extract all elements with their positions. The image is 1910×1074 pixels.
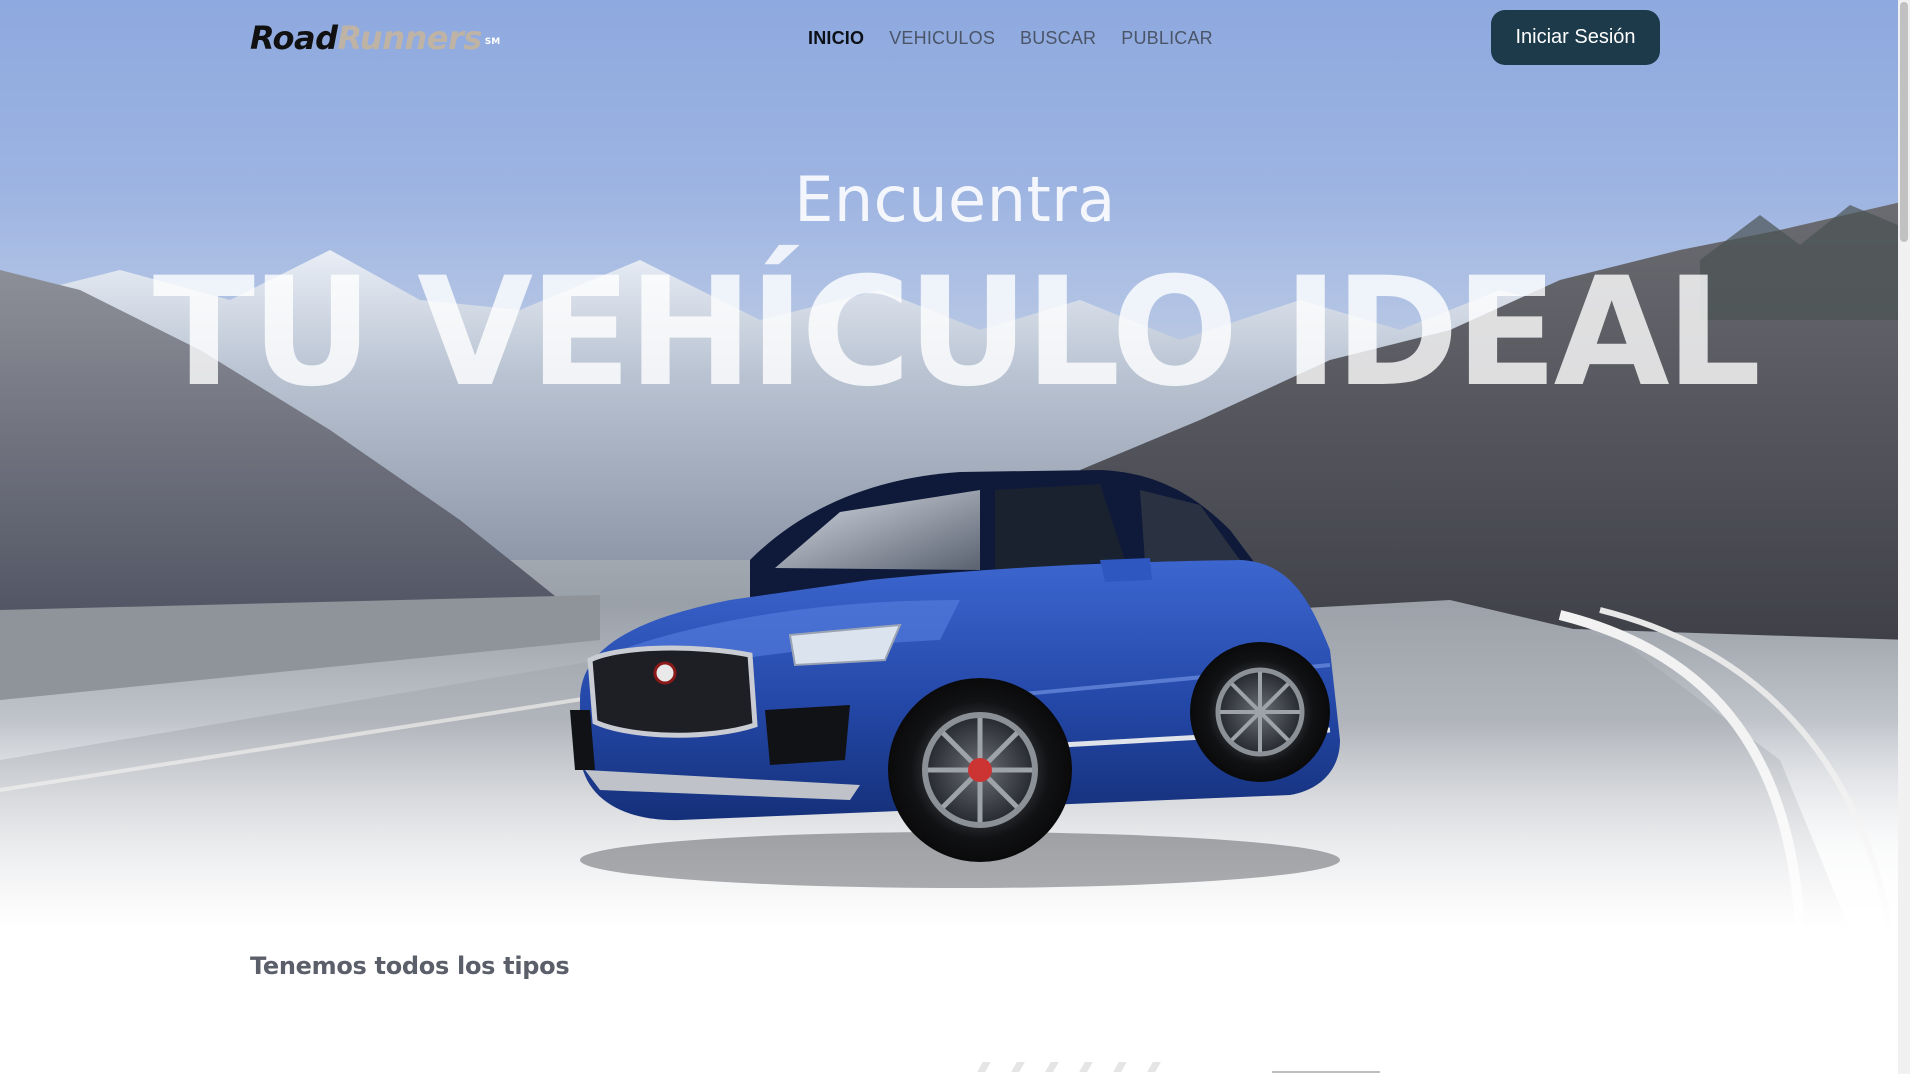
partial-shape [1113, 1062, 1127, 1072]
partial-shape [1079, 1062, 1093, 1072]
roadrunners-logo[interactable]: Road Runners SM [250, 18, 500, 58]
partial-shape [977, 1062, 991, 1072]
section-title: Tenemos todos los tipos [250, 952, 570, 980]
login-button[interactable]: Iniciar Sesión [1491, 10, 1660, 65]
hero-kicker: Encuentra [794, 163, 1116, 236]
hero-headline: TU VEHÍCULO IDEAL [152, 246, 1762, 420]
nav-link-inicio[interactable]: INICIO [808, 26, 864, 50]
top-navbar: Road Runners SM INICIO VEHICULOS BUSCAR PU… [0, 0, 1910, 76]
partial-shape [1045, 1062, 1059, 1072]
nav-link-publicar[interactable]: PUBLICAR [1121, 26, 1213, 50]
main-menu: INICIO VEHICULOS BUSCAR PUBLICAR [808, 26, 1213, 50]
logo-word-runners: Runners [337, 19, 483, 57]
partial-shape [1147, 1062, 1161, 1072]
nav-link-vehiculos[interactable]: VEHICULOS [889, 26, 995, 50]
blue-suv-image [570, 470, 1340, 888]
page: Road Runners SM INICIO VEHICULOS BUSCAR PU… [0, 0, 1910, 1074]
partial-divider [1272, 1071, 1380, 1073]
partial-illustration [977, 1062, 1161, 1072]
logo-word-road: Road [250, 19, 338, 57]
logo-service-mark: SM [484, 37, 501, 47]
nav-link-buscar[interactable]: BUSCAR [1020, 26, 1096, 50]
partial-shape [1011, 1062, 1025, 1072]
